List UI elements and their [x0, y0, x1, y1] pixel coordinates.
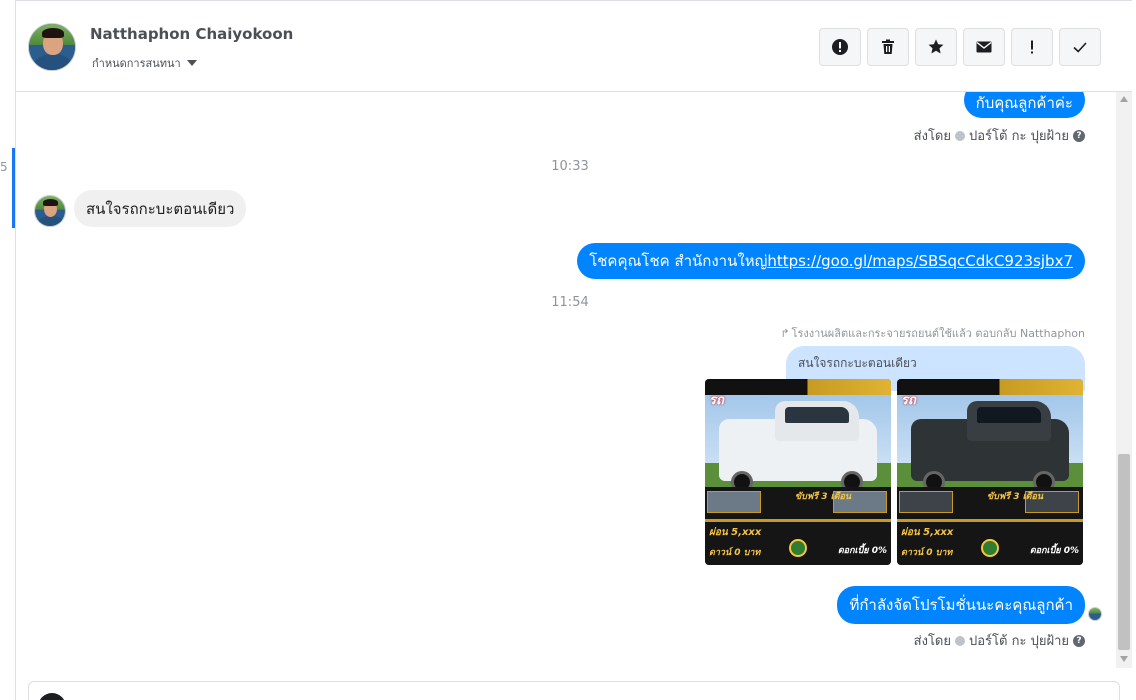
mark-important-button[interactable]	[1011, 28, 1053, 66]
mark-unread-button[interactable]	[963, 28, 1005, 66]
outgoing-message[interactable]: โชคคุณโชค สำนักงานใหญ่ https://goo.gl/ma…	[577, 243, 1085, 279]
photo-promo: ขับฟรี 3 เดือน	[795, 492, 852, 502]
reply-note: ↱ โรงงานผลิตและกระจายรถยนต์ใช้แล้ว ตอบกล…	[780, 324, 1085, 342]
header-actions	[819, 28, 1101, 66]
photo-price: ผ่อน 5,xxx	[901, 527, 954, 538]
trash-icon	[882, 39, 894, 54]
star-button[interactable]	[915, 28, 957, 66]
scrollbar-thumb[interactable]	[1118, 454, 1130, 650]
map-link[interactable]: https://goo.gl/maps/SBSqcCdkC923sjbx7	[767, 252, 1073, 270]
dealer-seal-icon	[789, 539, 807, 557]
contact-name[interactable]: Natthaphon Chaiyokoon	[90, 25, 293, 43]
sent-by-line: ส่งโดย ปอร์โต้ กะ ปุยฝ้าย ?	[914, 125, 1085, 146]
verified-icon	[955, 130, 965, 141]
timestamp: 11:54	[551, 295, 589, 310]
sent-by-name: ปอร์โต้ กะ ปุยฝ้าย	[969, 634, 1069, 649]
message-text: สนใจรถกะบะตอนเดียว	[86, 199, 235, 218]
help-icon[interactable]: ?	[1073, 634, 1085, 647]
photo-rate: ดอกเบี้ย 0%	[837, 546, 887, 556]
thread-scrollbar[interactable]	[1116, 92, 1132, 668]
envelope-icon	[976, 41, 992, 53]
message-thread[interactable]: กับคุณลูกค้าค่ะ ส่งโดย ปอร์โต้ กะ ปุยฝ้า…	[16, 92, 1116, 668]
conversation-header: Natthaphon Chaiyokoon กำหนดการสนทนา	[16, 4, 1132, 92]
message-text: โชคคุณโชค สำนักงานใหญ่	[589, 252, 768, 270]
dealer-seal-icon	[981, 539, 999, 557]
scroll-up-arrow-icon[interactable]	[1120, 96, 1128, 102]
caret-down-icon	[186, 60, 197, 66]
conversation-label-dropdown[interactable]: กำหนดการสนทนา	[92, 54, 197, 72]
contact-avatar[interactable]	[28, 23, 76, 71]
check-icon	[1073, 42, 1087, 53]
photo-badge: รถ	[901, 393, 916, 408]
sent-by-label: ส่งโดย	[913, 634, 951, 649]
list-item-count: 5	[0, 160, 8, 174]
composer-input-box[interactable]	[28, 681, 1120, 700]
selected-conversation-indicator	[12, 148, 15, 228]
star-icon	[928, 39, 944, 54]
photo-rate: ดอกเบี้ย 0%	[1029, 546, 1079, 556]
contact-avatar-small[interactable]	[34, 195, 66, 227]
alert-circle-icon	[832, 39, 848, 55]
sent-by-name: ปอร์โต้ กะ ปุยฝ้าย	[969, 129, 1069, 144]
incoming-message[interactable]: สนใจรถกะบะตอนเดียว	[74, 190, 247, 227]
timestamp: 10:33	[551, 159, 589, 174]
quoted-text: สนใจรถกะบะตอนเดียว	[798, 356, 917, 370]
report-spam-button[interactable]	[819, 28, 861, 66]
reply-note-text: โรงงานผลิตและกระจายรถยนต์ใช้แล้ว ตอบกลับ…	[791, 327, 1085, 340]
mark-done-button[interactable]	[1059, 28, 1101, 66]
message-text: ที่กำลังจัดโปรโมชั่นนะคะคุณลูกค้า	[849, 596, 1073, 614]
car-photo-white-truck[interactable]: รถ ขับฟรี 3 เดือน ผ่อน 5,xxx ดาวน์ 0 บาท…	[705, 379, 891, 565]
photo-promo: ขับฟรี 3 เดือน	[987, 492, 1044, 502]
photo-down: ดาวน์ 0 บาท	[901, 548, 953, 558]
delete-button[interactable]	[867, 28, 909, 66]
photo-price: ผ่อน 5,xxx	[709, 527, 762, 538]
conversation-label-text: กำหนดการสนทนา	[92, 57, 181, 70]
message-text: กับคุณลูกค้าค่ะ	[975, 94, 1073, 112]
help-icon[interactable]: ?	[1073, 129, 1085, 142]
sent-by-line: ส่งโดย ปอร์โต้ กะ ปุยฝ้าย ?	[914, 630, 1085, 651]
messenger-inbox: 5 Natthaphon Chaiyokoon กำหนดการสนทนา กั…	[0, 0, 1136, 700]
photo-badge: รถ	[709, 393, 724, 408]
sent-by-label: ส่งโดย	[913, 129, 951, 144]
outgoing-message[interactable]: กับคุณลูกค้าค่ะ	[963, 92, 1085, 118]
outgoing-message[interactable]: ที่กำลังจัดโปรโมชั่นนะคะคุณลูกค้า	[837, 586, 1085, 624]
message-composer	[16, 668, 1136, 700]
reply-arrow-icon: ↱	[780, 326, 790, 340]
car-photo-black-truck[interactable]: รถ ขับฟรี 3 เดือน ผ่อน 5,xxx ดาวน์ 0 บาท…	[897, 379, 1083, 565]
exclamation-icon	[1031, 40, 1033, 54]
conversation-list-edge: 5	[0, 0, 16, 700]
scroll-down-arrow-icon[interactable]	[1120, 656, 1128, 662]
photo-down: ดาวน์ 0 บาท	[709, 548, 761, 558]
verified-icon	[955, 635, 965, 646]
seen-by-avatar	[1088, 607, 1102, 621]
